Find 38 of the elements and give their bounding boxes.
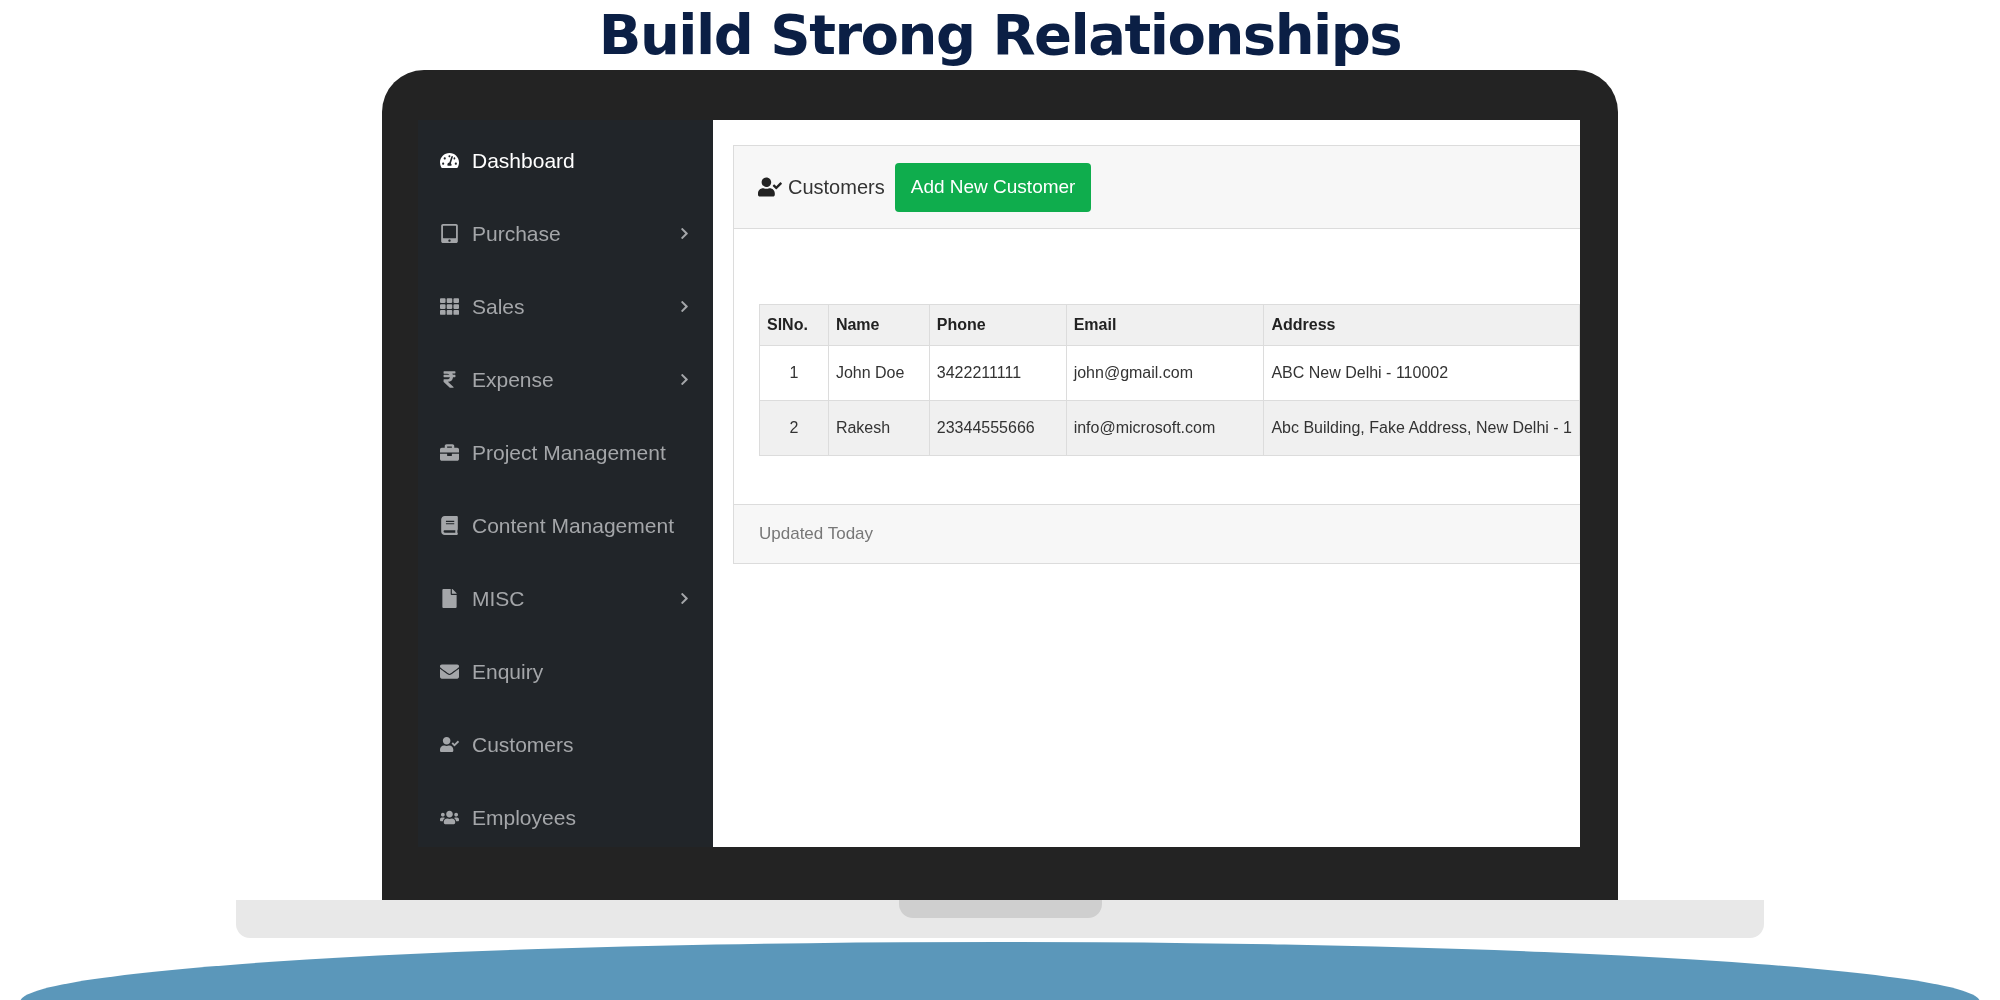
user-check-icon [440,735,459,754]
sidebar-item[interactable]: Purchase [418,197,713,270]
user-check-icon [758,175,782,199]
sidebar-item[interactable]: Enquiry [418,635,713,708]
card-footer: Updated Today [734,504,1580,563]
column-header: Phone [929,304,1067,346]
table-cell: john@gmail.com [1066,345,1264,401]
table-cell: info@microsoft.com [1066,400,1264,456]
file-icon [440,589,459,608]
table-cell: John Doe [828,345,930,401]
card-title: Customers [788,175,885,199]
grid-icon [440,297,459,316]
gauge-icon [440,151,459,170]
tablet-icon [440,224,459,243]
table-cell: 23344555666 [929,400,1067,456]
table-cell: 3422211111 [929,345,1067,401]
sidebar-item[interactable]: MISC [418,562,713,635]
sidebar-item[interactable]: Employees [418,781,713,847]
sidebar-item[interactable]: Expense [418,343,713,416]
sidebar-item[interactable]: Customers [418,708,713,781]
sidebar-item[interactable]: Sales [418,270,713,343]
page-heading: Build Strong Relationships [598,1,1402,69]
table-cell: Rakesh [828,400,930,456]
sidebar-item[interactable]: Project Management [418,416,713,489]
column-header: Name [828,304,930,346]
briefcase-icon [440,443,459,462]
sidebar-item[interactable]: Content Management [418,489,713,562]
table-cell: 1 [759,345,829,401]
column-header: Address [1263,304,1580,346]
table-cell: 2 [759,400,829,456]
table-cell: ABC New Delhi - 110002 [1263,345,1580,401]
sidebar-item[interactable]: Dashboard [418,124,713,197]
envelope-icon [440,662,459,681]
column-header: SlNo. [759,304,829,346]
users-icon [440,808,459,827]
book-icon [440,516,459,535]
column-header: Email [1066,304,1264,346]
table-cell: Abc Building, Fake Address, New Delhi - 1 [1263,400,1580,456]
